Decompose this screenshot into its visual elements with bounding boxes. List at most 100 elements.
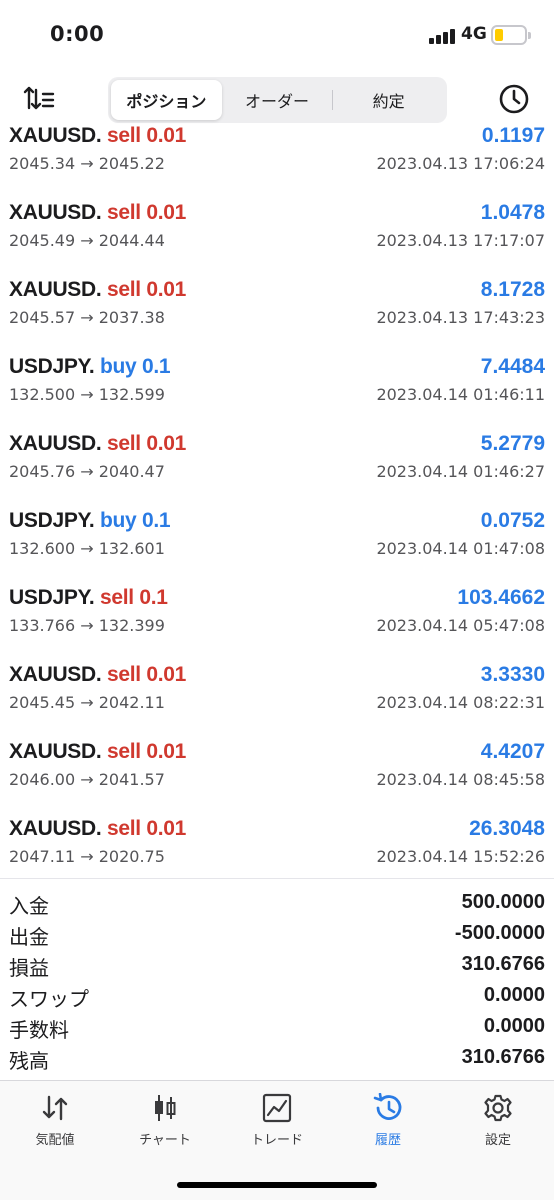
segment-orders[interactable]: オーダー [222, 80, 333, 120]
deal-symbol: XAUUSD. sell 0.01 [9, 663, 186, 687]
tab-trade[interactable]: トレード [232, 1093, 322, 1155]
tab-label: 設定 [484, 1133, 511, 1148]
deal-symbol-name: XAUUSD. [9, 663, 102, 686]
deal-row[interactable]: USDJPY. sell 0.1 133.766 → 132.399 103.4… [0, 576, 554, 653]
deal-symbol: USDJPY. buy 0.1 [9, 355, 171, 379]
deal-profit: 3.3330 [480, 663, 545, 686]
deal-side-volume: sell 0.01 [106, 126, 187, 147]
tab-label: 気配値 [35, 1133, 75, 1148]
deal-time: 2023.04.14 01:46:27 [376, 462, 545, 481]
deal-row[interactable]: XAUUSD. sell 0.01 2045.76 → 2040.47 5.27… [0, 422, 554, 499]
sort-icon[interactable] [22, 84, 56, 114]
deal-time: 2023.04.13 17:06:24 [376, 154, 545, 173]
deal-prices: 2045.34 → 2045.22 [9, 154, 165, 173]
segmented-control: ポジション オーダー 約定 [108, 77, 447, 123]
status-time: 0:00 [50, 22, 105, 46]
deal-time: 2023.04.14 01:46:11 [376, 385, 545, 404]
segment-deals[interactable]: 約定 [333, 80, 444, 120]
deal-time: 2023.04.14 08:45:58 [376, 770, 545, 789]
summary-label: 損益 [9, 956, 49, 980]
deal-profit: 4.4207 [480, 740, 545, 763]
deal-symbol-name: USDJPY. [9, 509, 95, 532]
deal-row[interactable]: XAUUSD. sell 0.01 2045.34 → 2045.22 0.11… [0, 126, 554, 191]
summary-value: -500.0000 [454, 922, 545, 944]
tab-label: 履歴 [374, 1133, 401, 1148]
trade-icon [262, 1093, 292, 1123]
account-summary: 入金 500.0000 出金 -500.0000 損益 310.6766 スワッ… [0, 878, 554, 1080]
deal-prices: 132.500 → 132.599 [9, 385, 165, 404]
summary-row-profit: 損益 310.6766 [0, 950, 554, 981]
deal-symbol-name: XAUUSD. [9, 201, 102, 224]
summary-value: 0.0000 [483, 1015, 545, 1037]
deal-time: 2023.04.13 17:17:07 [376, 231, 545, 250]
deal-list[interactable]: XAUUSD. sell 0.01 2045.34 → 2045.22 0.11… [0, 126, 554, 878]
deal-side-volume: sell 0.01 [106, 740, 187, 763]
deal-time: 2023.04.14 08:22:31 [376, 693, 545, 712]
chart-icon [155, 1095, 176, 1121]
summary-value: 310.6766 [461, 1046, 545, 1068]
deal-side-volume: sell 0.01 [106, 663, 187, 686]
deal-symbol-name: XAUUSD. [9, 817, 102, 840]
deal-profit: 0.0752 [480, 509, 545, 532]
deal-side-volume: buy 0.1 [100, 509, 171, 532]
clock-icon[interactable] [498, 83, 530, 115]
deal-row[interactable]: XAUUSD. sell 0.01 2047.11 → 2020.75 26.3… [0, 807, 554, 878]
deal-symbol: XAUUSD. sell 0.01 [9, 740, 186, 764]
summary-label: 出金 [9, 925, 49, 949]
deal-profit: 103.4662 [457, 586, 545, 609]
summary-label: 残高 [9, 1049, 49, 1073]
network-type: 4G [461, 24, 487, 44]
summary-value: 500.0000 [461, 891, 545, 913]
deal-prices: 133.766 → 132.399 [9, 616, 165, 635]
deal-prices: 2045.49 → 2044.44 [9, 231, 165, 250]
home-indicator [177, 1182, 377, 1188]
deal-row[interactable]: XAUUSD. sell 0.01 2045.57 → 2037.38 8.17… [0, 268, 554, 345]
summary-value: 0.0000 [483, 984, 545, 1006]
deal-profit: 0.1197 [481, 126, 545, 147]
deal-prices: 2045.76 → 2040.47 [9, 462, 165, 481]
deal-side-volume: sell 0.1 [100, 586, 168, 609]
summary-value: 310.6766 [461, 953, 545, 975]
summary-row-balance: 残高 310.6766 [0, 1043, 554, 1074]
deal-symbol-name: XAUUSD. [9, 740, 102, 763]
deal-time: 2023.04.14 15:52:26 [376, 847, 545, 866]
deal-row[interactable]: XAUUSD. sell 0.01 2046.00 → 2041.57 4.42… [0, 730, 554, 807]
summary-label: スワップ [9, 987, 89, 1011]
deal-row[interactable]: XAUUSD. sell 0.01 2045.49 → 2044.44 1.04… [0, 191, 554, 268]
deal-row[interactable]: USDJPY. buy 0.1 132.500 → 132.599 7.4484… [0, 345, 554, 422]
deal-symbol: USDJPY. sell 0.1 [9, 586, 168, 610]
deal-prices: 2046.00 → 2041.57 [9, 770, 165, 789]
deal-symbol-name: USDJPY. [9, 586, 95, 609]
deal-profit: 1.0478 [480, 201, 545, 224]
summary-row-withdrawal: 出金 -500.0000 [0, 919, 554, 950]
tab-history[interactable]: 履歴 [343, 1093, 433, 1155]
deal-prices: 2047.11 → 2020.75 [9, 847, 165, 866]
summary-row-swap: スワップ 0.0000 [0, 981, 554, 1012]
tab-quotes[interactable]: 気配値 [10, 1093, 100, 1155]
deal-profit: 5.2779 [480, 432, 545, 455]
deal-profit: 8.1728 [480, 278, 545, 301]
deal-symbol: XAUUSD. sell 0.01 [9, 817, 186, 841]
summary-label: 入金 [9, 894, 49, 918]
deal-symbol: XAUUSD. sell 0.01 [9, 201, 186, 225]
deal-prices: 2045.57 → 2037.38 [9, 308, 165, 327]
deal-symbol-name: XAUUSD. [9, 278, 102, 301]
segment-positions[interactable]: ポジション [111, 80, 222, 120]
deal-row[interactable]: USDJPY. buy 0.1 132.600 → 132.601 0.0752… [0, 499, 554, 576]
deal-time: 2023.04.14 01:47:08 [376, 539, 545, 558]
deal-symbol: USDJPY. buy 0.1 [9, 509, 171, 533]
tab-label: トレード [250, 1133, 303, 1148]
tab-label: チャート [139, 1133, 191, 1148]
tab-chart[interactable]: チャート [120, 1093, 210, 1155]
deal-side-volume: sell 0.01 [106, 432, 187, 455]
deal-side-volume: sell 0.01 [106, 278, 187, 301]
deal-symbol: XAUUSD. sell 0.01 [9, 126, 186, 148]
deal-prices: 2045.45 → 2042.11 [9, 693, 165, 712]
deal-side-volume: sell 0.01 [106, 817, 187, 840]
deal-row[interactable]: XAUUSD. sell 0.01 2045.45 → 2042.11 3.33… [0, 653, 554, 730]
settings-icon [484, 1094, 512, 1122]
status-bar: 0:00 4G [0, 0, 554, 70]
summary-label: 手数料 [9, 1018, 69, 1042]
tab-settings[interactable]: 設定 [453, 1093, 543, 1155]
deal-time: 2023.04.14 05:47:08 [376, 616, 545, 635]
